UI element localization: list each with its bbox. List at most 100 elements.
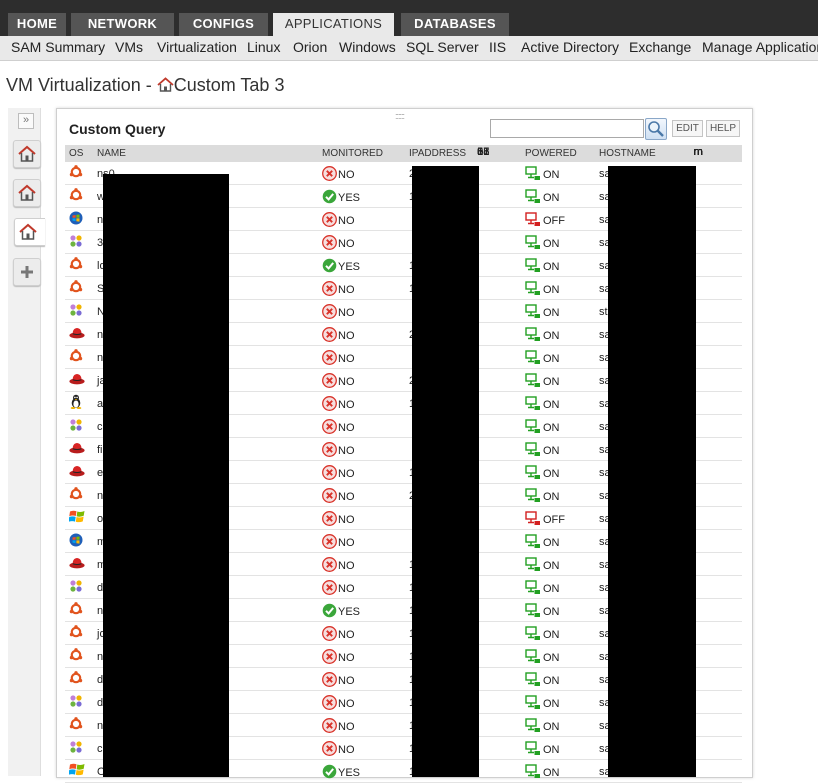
os-cell <box>65 184 93 208</box>
cross-icon <box>322 695 337 713</box>
column-header-hostname[interactable]: HOSTNAME <box>595 145 742 162</box>
powered-cell: ON <box>521 644 595 668</box>
subnav-manage-applications[interactable]: Manage Applications <box>702 39 818 55</box>
column-header-ipaddress[interactable]: IPADDRESS <box>405 145 521 162</box>
column-header-powered[interactable]: POWERED <box>521 145 595 162</box>
monitored-value: NO <box>338 238 355 250</box>
powered-value: ON <box>543 744 560 756</box>
column-header-name[interactable]: NAME <box>93 145 318 162</box>
monitored-cell: NO <box>318 207 405 231</box>
monitored-cell: NO <box>318 690 405 714</box>
house-icon <box>19 223 37 240</box>
powered-cell: ON <box>521 162 595 185</box>
power-on-icon <box>525 649 541 667</box>
tab-applications[interactable]: APPLICATIONS <box>273 13 394 36</box>
tab-configs[interactable]: CONFIGS <box>179 13 268 36</box>
collapse-sidebar-button[interactable]: » <box>18 113 34 129</box>
node-name-link[interactable]: fi <box>97 444 103 456</box>
os-cell <box>65 162 93 185</box>
suse-os-icon <box>69 694 83 711</box>
cross-icon <box>322 212 337 230</box>
view-tab-3-active[interactable] <box>14 218 45 246</box>
cross-icon <box>322 396 337 414</box>
power-on-icon <box>525 258 541 276</box>
subnav-linux[interactable]: Linux <box>247 39 280 55</box>
ubuntu-os-icon <box>69 624 83 642</box>
powered-value: ON <box>543 537 560 549</box>
subnav-orion[interactable]: Orion <box>293 39 327 55</box>
monitored-cell: NO <box>318 322 405 346</box>
os-cell <box>65 437 93 461</box>
search-input[interactable] <box>490 119 644 138</box>
powered-value: ON <box>543 169 560 181</box>
ubuntu-os-icon <box>69 348 83 366</box>
subnav-active-directory[interactable]: Active Directory <box>521 39 619 55</box>
os-cell <box>65 759 93 783</box>
power-on-icon <box>525 764 541 782</box>
os-cell <box>65 368 93 392</box>
subnav-vms[interactable]: VMs <box>115 39 143 55</box>
ubuntu-os-icon <box>69 601 83 619</box>
edit-button[interactable]: EDIT <box>672 120 703 137</box>
power-on-icon <box>525 419 541 437</box>
powered-cell: ON <box>521 529 595 553</box>
cross-icon <box>322 281 337 299</box>
drag-handle[interactable]: :::::: <box>395 111 405 121</box>
monitored-value: NO <box>338 215 355 227</box>
column-header-monitored[interactable]: MONITORED <box>318 145 405 162</box>
subnav-iis[interactable]: IIS <box>489 39 506 55</box>
monitored-value: NO <box>338 422 355 434</box>
node-name-link[interactable]: c <box>97 743 103 755</box>
view-tab-2[interactable] <box>13 179 41 207</box>
subnav-windows[interactable]: Windows <box>339 39 396 55</box>
os-cell <box>65 276 93 300</box>
power-on-icon <box>525 442 541 460</box>
monitored-cell: NO <box>318 230 405 254</box>
powered-cell: ON <box>521 667 595 691</box>
subnav-sam-summary[interactable]: SAM Summary <box>11 39 105 55</box>
monitored-value: NO <box>338 652 355 664</box>
redaction-bar-hostname <box>608 166 696 777</box>
powered-value: ON <box>543 721 560 733</box>
power-on-icon <box>525 327 541 345</box>
column-header-os[interactable]: OS <box>65 145 93 162</box>
power-on-icon <box>525 741 541 759</box>
powered-value: ON <box>543 698 560 710</box>
cross-icon <box>322 672 337 690</box>
os-cell <box>65 207 93 231</box>
monitored-value: NO <box>338 514 355 526</box>
help-button[interactable]: HELP <box>706 120 740 137</box>
cross-icon <box>322 649 337 667</box>
monitored-value: NO <box>338 376 355 388</box>
monitored-cell: YES <box>318 253 405 277</box>
node-name-link[interactable]: c <box>97 421 103 433</box>
cross-icon <box>322 419 337 437</box>
subnav-virtualization[interactable]: Virtualization <box>157 39 237 55</box>
monitored-cell: NO <box>318 391 405 415</box>
os-cell <box>65 299 93 323</box>
check-icon <box>322 189 337 207</box>
cross-icon <box>322 465 337 483</box>
subnav-exchange[interactable]: Exchange <box>629 39 691 55</box>
subnav-sql-server[interactable]: SQL Server <box>406 39 479 55</box>
monitored-value: NO <box>338 399 355 411</box>
monitored-value: NO <box>338 675 355 687</box>
ubuntu-os-icon <box>69 647 83 665</box>
add-view-tab-button[interactable] <box>13 258 41 286</box>
powered-value: ON <box>543 491 560 503</box>
os-cell <box>65 690 93 714</box>
powered-value: ON <box>543 284 560 296</box>
os-cell <box>65 345 93 369</box>
cross-icon <box>322 557 337 575</box>
powered-value: ON <box>543 261 560 273</box>
view-tab-1[interactable] <box>13 140 41 168</box>
os-cell <box>65 460 93 484</box>
ubuntu-os-icon <box>69 279 83 297</box>
tab-databases[interactable]: DATABASES <box>401 13 509 36</box>
tab-home[interactable]: HOME <box>8 13 66 36</box>
powered-cell: ON <box>521 713 595 737</box>
search-button[interactable] <box>645 118 667 140</box>
cross-icon <box>322 304 337 322</box>
cross-icon <box>322 327 337 345</box>
tab-network[interactable]: NETWORK <box>71 13 174 36</box>
